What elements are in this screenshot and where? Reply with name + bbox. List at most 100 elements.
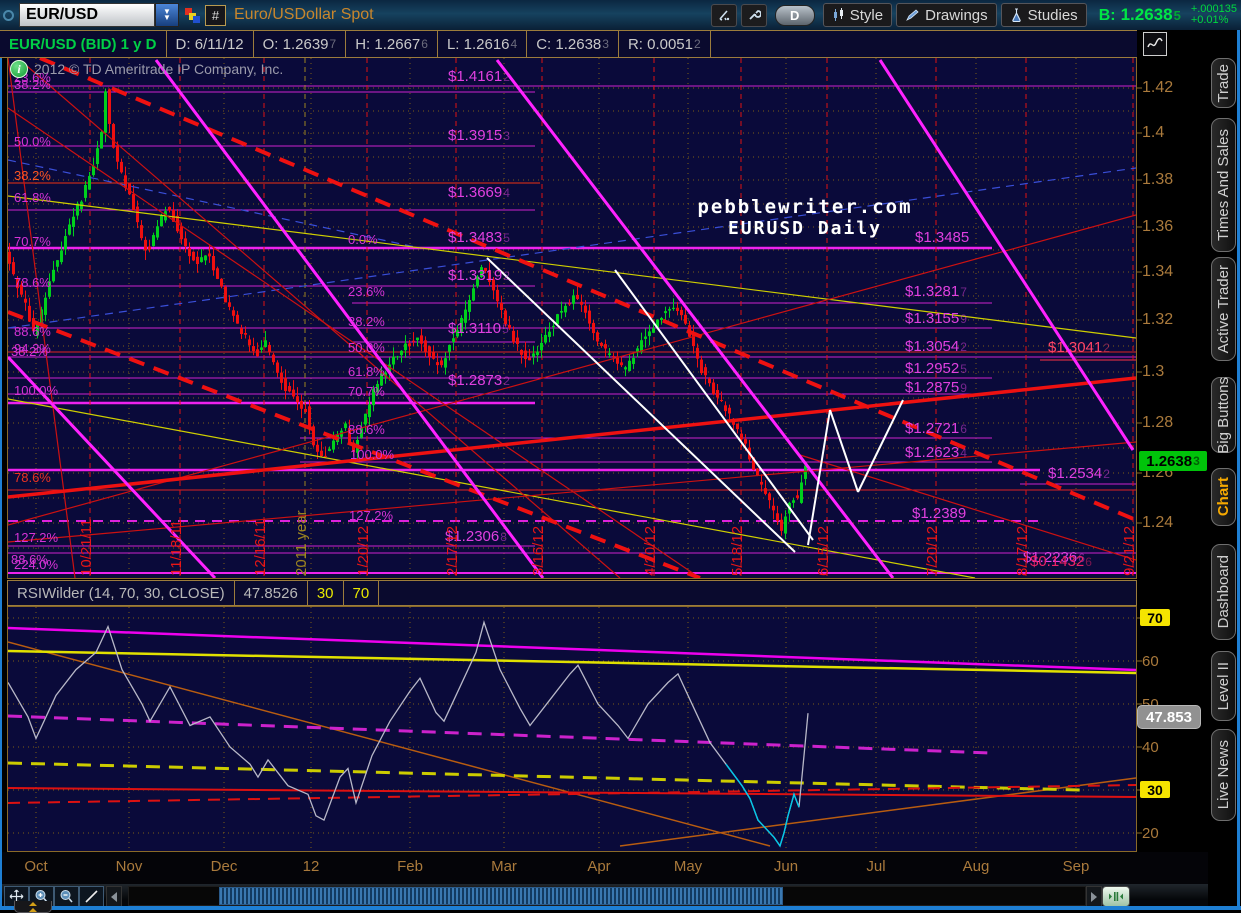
top-toolbar: EUR/USD ▼▼ # Euro/USDollar Spot D Style [0,0,1241,30]
right-arrow-icon [1091,891,1097,902]
fib-level-label: 70.7% [348,384,385,399]
fib-level-label: 70.7% [14,234,51,249]
info-icon[interactable]: i [10,60,28,78]
symbol-description: Euro/USDollar Spot [234,6,374,23]
price-level-label: $1.41612 [448,68,510,85]
trading-platform-window: i 2012 © TD Ameritrade IP Company, Inc. … [0,0,1241,913]
fib-level-label: 78.6% [14,275,51,290]
sidebar-tab-level-ii[interactable]: Level II [1211,651,1236,721]
sidebar-tab-big-buttons[interactable]: Big Buttons [1211,377,1236,453]
last-price-badge: 1.2638 3 [1139,451,1207,471]
date-label: 12/16/11 [252,518,269,576]
collapse-panel-button[interactable] [1102,886,1130,907]
sidebar-tab-times-and-sales[interactable]: Times And Sales [1211,118,1236,252]
scroll-right-button[interactable] [1086,886,1102,907]
rsi-axis-label: 40 [1142,739,1159,756]
rsi-low-param[interactable]: 30 [308,581,344,605]
date-label: 9/21/12 [1121,525,1138,576]
date-label: 4/20/12 [642,525,659,576]
sidebar-tab-live-news[interactable]: Live News [1211,729,1236,821]
sidebar-tab-dashboard[interactable]: Dashboard [1211,544,1236,640]
fib-level-label: 224.0% [14,557,59,572]
date-label: 1/20/12 [355,525,372,576]
sidebar-tab-chart[interactable]: Chart [1211,468,1236,526]
date-label: 2/17/12 [444,525,461,576]
scroll-left-button[interactable] [106,886,122,907]
y-axis-label: 1.32 [1142,311,1174,328]
x-axis-month-label: Aug [962,858,990,875]
x-axis-month-label: 12 [302,858,320,875]
line-tool-button[interactable] [79,886,104,907]
price-level-label: $1.31559 [905,310,967,327]
y-axis-label: 1.24 [1142,514,1174,531]
rsi-value-badge: 47.853 [1137,705,1201,729]
y-axis-label: 1.34 [1142,263,1174,280]
rsi-plot-area[interactable] [7,606,1137,852]
link-color-icon[interactable] [185,7,200,23]
ohlc-bar: EUR/USD (BID) 1 y D D: 6/11/12 O: 1.2639 7… [0,30,1137,58]
y-axis-label: 1.4 [1142,124,1165,141]
price-level-label: $1.27216 [905,420,967,437]
price-level-label: $1.2389 [912,505,967,522]
date-label: 6/15/12 [815,525,832,576]
sidebar-tab-label: Trade [1215,63,1232,103]
ohlc-cell: H: 1.2667 6 [346,31,438,57]
rsi-study-header: RSIWilder (14, 70, 30, CLOSE) 47.8526 30… [7,580,1137,606]
sidebar-tab-label: Level II [1215,661,1232,711]
chart-scrollbar-thumb[interactable] [219,887,783,905]
sidebar-tab-active-trader[interactable]: Active Trader [1211,257,1236,361]
x-axis-month-label: Jul [866,858,886,875]
chart-watermark: pebblewriter.com EURUSD Daily [640,196,970,239]
y-axis-label: 1.42 [1142,79,1174,96]
price-level-label: $1.28759 [905,379,967,396]
change-percent: +0.01% [1190,14,1229,26]
chevron-down-icon[interactable]: ▼ ▼ [155,3,179,27]
rsi-study-title[interactable]: RSIWilder (14, 70, 30, CLOSE) [8,581,235,605]
sidebar-tab-label: Live News [1215,740,1232,810]
fib-level-label: 61.8% [348,364,385,379]
price-level-label: $1.32817 [905,283,967,300]
ohlc-cell: O: 1.2639 7 [254,31,347,57]
symbol-combo[interactable]: EUR/USD ▼ ▼ [19,3,179,27]
line-icon [85,890,98,903]
price-level-label: $1.29525 [905,360,967,377]
drawings-button[interactable]: Drawings [896,3,997,27]
studies-button[interactable]: Studies [1000,3,1087,27]
fib-level-label: 127.2% [349,508,394,523]
watermark-site: pebblewriter.com [697,196,913,218]
style-button[interactable]: Style [822,3,893,27]
sidebar-tab-trade[interactable]: Trade [1211,58,1236,108]
zoom-out-button[interactable] [54,886,79,907]
price-level-label: $1.33192 [448,267,510,284]
sidebar-tab-label: Dashboard [1215,555,1232,629]
timeframe-button[interactable]: D [774,4,815,26]
chart-plot-area[interactable] [7,57,1137,579]
quote-change: +.000135 +0.01% [1191,4,1237,26]
copyright-text: 2012 © TD Ameritrade IP Company, Inc. [34,61,284,77]
bid-quote: B: 1.2638 5 [1098,5,1181,24]
price-level-label: $1.31105 [448,320,509,337]
flask-icon [1011,8,1021,22]
settings-wrench-button[interactable] [740,3,767,27]
ohlc-cell: D: 6/11/12 [167,31,254,57]
x-axis-month-label: Jun [773,858,799,875]
expand-drawer-tab[interactable] [14,901,52,913]
rsi-high-param[interactable]: 70 [344,581,380,605]
price-level-label: $1.36694 [448,184,510,201]
date-label: 8/17/12 [1014,525,1031,576]
rsi-threshold-badge: 70 [1140,609,1170,626]
y-axis-label: 1.28 [1142,414,1174,431]
date-label: 10/21/11 [78,518,95,576]
fib-level-label: 78.6% [14,470,51,485]
sidebar-tab-label: Chart [1215,477,1232,517]
marker-tool-button[interactable] [710,3,737,27]
symbol-input[interactable]: EUR/USD [19,3,155,27]
chart-scrollbar-track[interactable] [128,886,1086,906]
rsi-axis-label: 20 [1142,825,1159,842]
study-quick-button[interactable] [1143,32,1167,56]
x-axis-month-label: Nov [115,858,143,875]
date-label: 5/18/12 [729,525,746,576]
fib-level-label: 61.8% [14,190,51,205]
hash-button[interactable]: # [205,4,226,26]
y-axis-label: 1.38 [1142,171,1174,188]
